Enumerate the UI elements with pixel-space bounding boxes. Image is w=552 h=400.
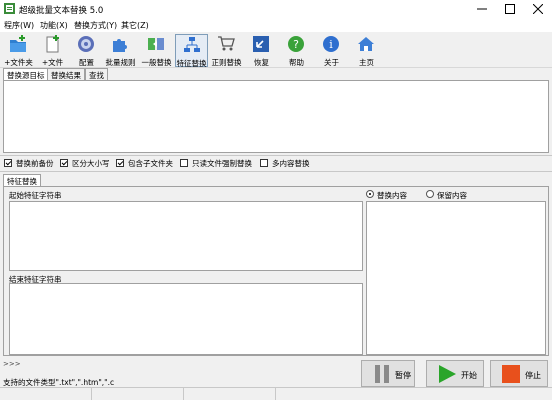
checkbox[interactable]	[60, 159, 68, 167]
start-button[interactable]: 开始	[426, 360, 484, 387]
checkbox[interactable]	[116, 159, 124, 167]
keep-content-label: 保留内容	[437, 191, 467, 200]
info-icon: i	[323, 36, 339, 52]
replace-content-label: 替换内容	[377, 191, 407, 200]
minimize-icon	[477, 8, 487, 10]
menu-program[interactable]: 程序(W)	[4, 20, 34, 31]
puzzle-icon	[113, 39, 127, 52]
option-label: 区分大小写	[72, 159, 110, 168]
home-button[interactable]: 主页	[350, 34, 383, 67]
replace-icon	[148, 38, 164, 50]
add-folder-icon	[10, 35, 26, 52]
svg-text:?: ?	[293, 38, 299, 51]
close-icon	[533, 4, 543, 14]
maximize-icon	[505, 4, 515, 14]
batch-rules-button[interactable]: 批量规则	[104, 34, 137, 67]
help-icon: ?	[288, 36, 304, 52]
about-button[interactable]: i 关于	[315, 34, 348, 67]
pause-button[interactable]: 暂停	[361, 360, 415, 387]
close-button[interactable]	[524, 0, 552, 18]
menu-replace-mode[interactable]: 替换方式(Y)	[74, 20, 117, 31]
config-icon	[78, 36, 94, 52]
restore-button[interactable]: 恢复	[245, 34, 278, 67]
feature-replace-icon	[184, 37, 200, 52]
normal-replace-button[interactable]: 一般替换	[140, 34, 173, 67]
title-bar: 超级批量文本替换 5.0	[0, 0, 552, 18]
menu-function[interactable]: 功能(X)	[40, 20, 68, 31]
toolbar: +文件夹 +文件 配置 批量规则 一般替换 特征替换 正则替换 恢复 ? 帮助 …	[0, 32, 552, 68]
play-icon	[439, 365, 456, 383]
maximize-button[interactable]	[496, 0, 524, 18]
stop-button[interactable]: 停止	[490, 360, 548, 387]
stop-icon	[502, 365, 520, 383]
end-feature-input[interactable]	[9, 283, 363, 355]
status-cell	[184, 388, 276, 400]
app-icon	[4, 3, 15, 14]
config-button[interactable]: 配置	[70, 34, 103, 67]
minimize-button[interactable]	[468, 0, 496, 18]
cart-icon	[218, 36, 235, 51]
option-label: 多内容替换	[272, 159, 310, 168]
home-icon	[358, 37, 374, 51]
tab-feature-replace[interactable]: 特征替换	[3, 174, 41, 186]
start-label: 开始	[461, 371, 477, 380]
content-input[interactable]	[366, 201, 546, 355]
batch-rules-label: 批量规则	[105, 58, 136, 67]
help-button[interactable]: ? 帮助	[280, 34, 313, 67]
tab-find[interactable]: 查找	[85, 68, 108, 80]
source-target-list[interactable]	[3, 80, 549, 153]
add-folder-button[interactable]: +文件夹	[2, 34, 35, 67]
feature-replace-panel: 起始特征字符串 结束特征字符串 替换内容 保留内容	[3, 186, 549, 356]
add-file-button[interactable]: +文件	[36, 34, 69, 67]
option-label: 包含子文件夹	[128, 159, 173, 168]
checkbox[interactable]	[4, 159, 12, 167]
checkbox[interactable]	[180, 159, 188, 167]
option-label: 替换前备份	[16, 159, 54, 168]
divider	[0, 155, 552, 156]
regex-replace-button[interactable]: 正则替换	[210, 34, 243, 67]
start-feature-label: 起始特征字符串	[9, 191, 62, 200]
tab-replace-result[interactable]: 替换结果	[47, 68, 85, 80]
option-label: 只读文件强制替换	[192, 159, 252, 168]
menu-other[interactable]: 其它(Z)	[121, 20, 149, 31]
normal-replace-label: 一般替换	[141, 58, 172, 67]
keep-content-radio[interactable]	[426, 190, 434, 198]
divider	[0, 171, 552, 172]
restore-icon	[253, 36, 269, 52]
home-label: 主页	[359, 58, 374, 67]
status-cell	[92, 388, 184, 400]
status-bar	[0, 387, 552, 400]
pause-label: 暂停	[395, 371, 411, 380]
svg-text:i: i	[329, 38, 333, 51]
pause-icon	[375, 365, 389, 383]
replace-content-radio[interactable]	[366, 190, 374, 198]
window-title: 超级批量文本替换 5.0	[19, 6, 104, 16]
add-file-icon	[46, 35, 59, 53]
checkbox[interactable]	[260, 159, 268, 167]
start-feature-input[interactable]	[9, 201, 363, 271]
feature-replace-button[interactable]: 特征替换	[175, 34, 208, 68]
log-prefix: >>>	[3, 360, 21, 368]
menu-bar: 程序(W) 功能(X) 替换方式(Y) 其它(Z)	[0, 18, 552, 32]
stop-label: 停止	[525, 371, 541, 380]
status-cell	[0, 388, 92, 400]
